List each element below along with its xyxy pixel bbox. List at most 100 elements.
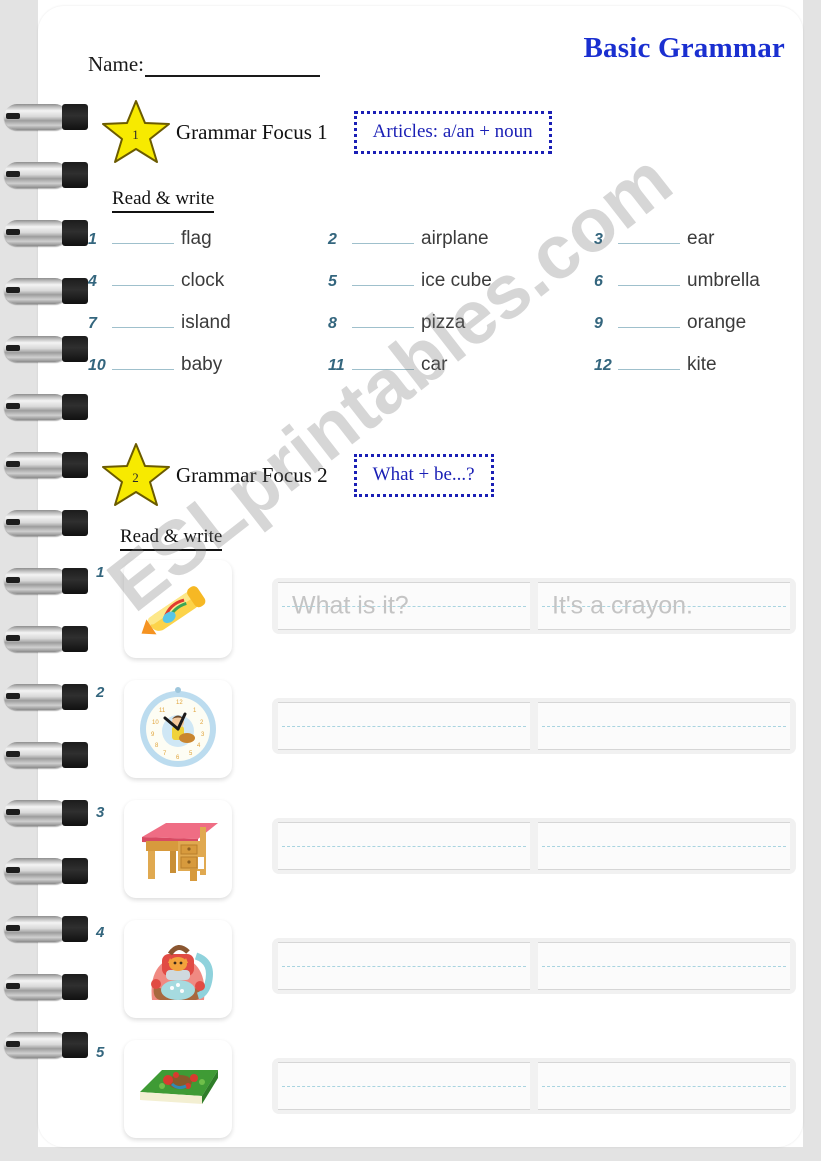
spiral-ring bbox=[4, 742, 88, 768]
answer-writing-line[interactable] bbox=[538, 942, 790, 990]
article-blank-input[interactable] bbox=[618, 354, 680, 370]
answer-writing-line[interactable]: It's a crayon. bbox=[538, 582, 790, 630]
instruction-read-write-2: Read & write bbox=[120, 526, 223, 551]
article-blank-input[interactable] bbox=[352, 354, 414, 370]
grammar-focus-2-label: Grammar Focus 2 bbox=[176, 462, 328, 487]
question-writing-line[interactable] bbox=[278, 942, 530, 990]
spiral-ring bbox=[4, 162, 88, 188]
crayon-icon bbox=[124, 560, 232, 658]
writing-panel: What is it? It's a crayon. bbox=[272, 578, 796, 634]
backpack-icon bbox=[124, 920, 232, 1018]
answer-trace-text: It's a crayon. bbox=[552, 591, 693, 620]
spiral-ring bbox=[4, 220, 88, 246]
answer-writing-line[interactable] bbox=[538, 702, 790, 750]
spiral-ring bbox=[4, 916, 88, 942]
name-input-line[interactable] bbox=[144, 57, 320, 77]
article-blank-input[interactable] bbox=[112, 270, 174, 286]
spiral-ring bbox=[4, 626, 88, 652]
picture-sentence-rows: 1 What is it? It's a crayon. 2 12 1 2 3 4 5 6 7 8 9 10… bbox=[96, 556, 796, 1156]
star-icon-2: 2 bbox=[100, 441, 172, 509]
spiral-binding bbox=[0, 104, 92, 1094]
spiral-ring bbox=[4, 858, 88, 884]
word-list-item: 2 airplane bbox=[328, 228, 594, 250]
right-margin bbox=[803, 0, 821, 1161]
svg-text:11: 11 bbox=[159, 708, 166, 714]
word-list-item: 3 ear bbox=[594, 228, 788, 250]
spiral-ring bbox=[4, 568, 88, 594]
grammar-focus-1-topic: Articles: a/an + noun bbox=[353, 110, 552, 154]
spiral-ring bbox=[4, 394, 88, 420]
row-number: 1 bbox=[96, 564, 105, 581]
picture-sentence-row: 1 What is it? It's a crayon. bbox=[96, 556, 796, 676]
word-item-text: airplane bbox=[421, 228, 489, 249]
article-blank-input[interactable] bbox=[618, 312, 680, 328]
book-icon bbox=[124, 1040, 232, 1138]
picture-sentence-row: 4 bbox=[96, 916, 796, 1036]
row-number: 5 bbox=[96, 1044, 105, 1061]
word-item-text: orange bbox=[687, 312, 747, 333]
svg-text:12: 12 bbox=[176, 700, 183, 706]
word-item-text: car bbox=[421, 354, 448, 375]
word-list-item: 6 umbrella bbox=[594, 270, 788, 292]
picture-sentence-row: 2 12 1 2 3 4 5 6 7 8 9 10 11 bbox=[96, 676, 796, 796]
spiral-ring bbox=[4, 1032, 88, 1058]
word-item-number: 3 bbox=[594, 231, 603, 248]
grammar-focus-2-topic: What + be...? bbox=[353, 453, 494, 497]
instruction-read-write-1: Read & write bbox=[112, 188, 215, 213]
star-number-1: 1 bbox=[132, 127, 139, 142]
article-blank-input[interactable] bbox=[112, 312, 174, 328]
question-trace-text: What is it? bbox=[292, 591, 409, 620]
word-item-number: 12 bbox=[594, 357, 612, 374]
word-item-number: 2 bbox=[328, 231, 337, 248]
page-title: Basic Grammar bbox=[583, 32, 785, 64]
question-writing-line[interactable] bbox=[278, 1062, 530, 1110]
grammar-focus-1-row: 1 Grammar Focus 1 Articles: a/an + noun bbox=[100, 98, 552, 166]
article-blank-input[interactable] bbox=[352, 228, 414, 244]
word-list: 1 flag 2 airplane 3 ear 4 clock 5 ice cube 6 umbrel… bbox=[88, 228, 788, 376]
word-list-item: 10 baby bbox=[88, 354, 328, 376]
article-blank-input[interactable] bbox=[618, 270, 680, 286]
star-number-2: 2 bbox=[132, 470, 139, 485]
word-item-number: 9 bbox=[594, 315, 603, 332]
star-icon-1: 1 bbox=[100, 98, 172, 166]
article-blank-input[interactable] bbox=[112, 354, 174, 370]
word-item-text: umbrella bbox=[687, 270, 760, 291]
word-list-item: 4 clock bbox=[88, 270, 328, 292]
grammar-focus-2-row: 2 Grammar Focus 2 What + be...? bbox=[100, 441, 494, 509]
spiral-ring bbox=[4, 336, 88, 362]
question-writing-line[interactable] bbox=[278, 822, 530, 870]
grammar-focus-1-label: Grammar Focus 1 bbox=[176, 119, 328, 144]
spiral-ring bbox=[4, 510, 88, 536]
word-item-text: kite bbox=[687, 354, 717, 375]
question-writing-line[interactable] bbox=[278, 702, 530, 750]
article-blank-input[interactable] bbox=[352, 270, 414, 286]
word-item-text: ice cube bbox=[421, 270, 492, 291]
word-item-text: flag bbox=[181, 228, 212, 249]
desk-icon bbox=[124, 800, 232, 898]
svg-text:10: 10 bbox=[152, 720, 159, 726]
word-item-text: ear bbox=[687, 228, 715, 249]
picture-sentence-row: 3 bbox=[96, 796, 796, 916]
article-blank-input[interactable] bbox=[112, 228, 174, 244]
word-item-text: pizza bbox=[421, 312, 466, 333]
answer-writing-line[interactable] bbox=[538, 822, 790, 870]
name-label: Name: bbox=[88, 52, 144, 76]
word-list-item: 5 ice cube bbox=[328, 270, 594, 292]
spiral-ring bbox=[4, 278, 88, 304]
question-writing-line[interactable]: What is it? bbox=[278, 582, 530, 630]
article-blank-input[interactable] bbox=[618, 228, 680, 244]
answer-writing-line[interactable] bbox=[538, 1062, 790, 1110]
writing-panel bbox=[272, 818, 796, 874]
writing-panel bbox=[272, 1058, 796, 1114]
word-list-item: 8 pizza bbox=[328, 312, 594, 334]
article-blank-input[interactable] bbox=[352, 312, 414, 328]
spiral-ring bbox=[4, 452, 88, 478]
word-item-text: island bbox=[181, 312, 231, 333]
writing-panel bbox=[272, 698, 796, 754]
worksheet-page: Basic Grammar Name: 1 Grammar Focus 1 Ar… bbox=[0, 0, 821, 1161]
word-list-item: 7 island bbox=[88, 312, 328, 334]
spiral-ring bbox=[4, 974, 88, 1000]
row-number: 4 bbox=[96, 924, 105, 941]
row-number: 3 bbox=[96, 804, 105, 821]
word-item-number: 6 bbox=[594, 273, 603, 290]
